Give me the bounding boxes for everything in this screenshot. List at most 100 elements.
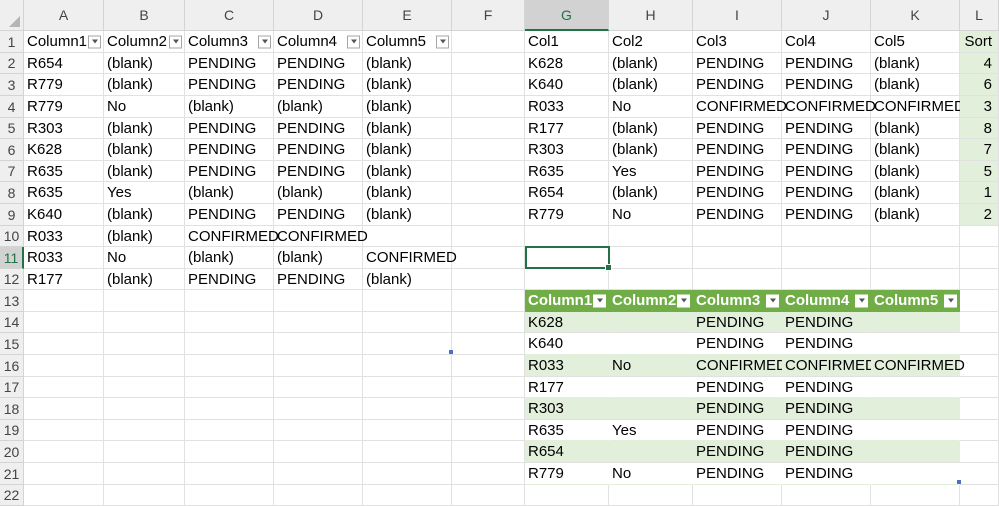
- table3-cell[interactable]: PENDING: [693, 441, 782, 463]
- grid-cell[interactable]: [104, 420, 185, 441]
- chevron-down-icon[interactable]: [944, 294, 957, 307]
- row-header-2[interactable]: 2: [0, 53, 24, 74]
- sort-cell[interactable]: 2: [960, 204, 999, 226]
- grid-cell[interactable]: [452, 441, 525, 463]
- table2-cell[interactable]: R654: [525, 182, 609, 204]
- table1-cell[interactable]: PENDING: [274, 139, 363, 161]
- grid-cell[interactable]: [452, 377, 525, 398]
- table3-cell[interactable]: No: [609, 463, 693, 485]
- table1-cell[interactable]: Yes: [104, 182, 185, 204]
- grid-cell[interactable]: [960, 398, 999, 420]
- table1-cell[interactable]: CONFIRMED: [274, 226, 368, 247]
- table1-cell[interactable]: (blank): [104, 139, 185, 161]
- table2-cell[interactable]: R635: [525, 161, 609, 182]
- grid-cell[interactable]: [104, 355, 185, 377]
- table3-cell[interactable]: PENDING: [782, 377, 871, 398]
- grid-cell[interactable]: [185, 333, 274, 355]
- grid-cell[interactable]: [452, 204, 525, 226]
- grid-cell[interactable]: [363, 463, 452, 485]
- table1-cell[interactable]: PENDING: [185, 139, 274, 161]
- table3-cell[interactable]: PENDING: [782, 312, 871, 333]
- table3-cell[interactable]: PENDING: [693, 312, 782, 333]
- table3-header-cell[interactable]: Column5: [871, 290, 960, 312]
- table3-cell[interactable]: [871, 420, 960, 441]
- grid-cell[interactable]: [24, 420, 104, 441]
- table2-cell[interactable]: PENDING: [782, 161, 871, 182]
- grid-cell[interactable]: [871, 269, 960, 290]
- row-header-7[interactable]: 7: [0, 161, 24, 182]
- grid-cell[interactable]: [609, 269, 693, 290]
- grid-cell[interactable]: [782, 226, 871, 247]
- grid-cell[interactable]: [452, 485, 525, 506]
- grid-cell[interactable]: [363, 355, 452, 377]
- grid-cell[interactable]: [185, 485, 274, 506]
- table1-cell[interactable]: PENDING: [185, 74, 274, 96]
- grid-cell[interactable]: [871, 226, 960, 247]
- table1-cell[interactable]: (blank): [363, 139, 452, 161]
- table2-cell[interactable]: (blank): [871, 118, 960, 139]
- row-header-13[interactable]: 13: [0, 290, 24, 312]
- table3-cell[interactable]: R303: [525, 398, 609, 420]
- grid-cell[interactable]: [274, 463, 363, 485]
- grid-cell[interactable]: [452, 53, 525, 74]
- active-cell-selection[interactable]: [525, 246, 612, 271]
- grid-cell[interactable]: [363, 377, 452, 398]
- grid-cell[interactable]: [452, 420, 525, 441]
- table1-cell[interactable]: (blank): [363, 74, 452, 96]
- table3-cell[interactable]: R654: [525, 441, 609, 463]
- table3-header-cell[interactable]: Column2: [609, 290, 693, 312]
- table1-cell[interactable]: (blank): [104, 269, 185, 290]
- grid-cell[interactable]: [24, 290, 104, 312]
- table1-cell[interactable]: (blank): [104, 226, 185, 247]
- grid-cell[interactable]: [274, 290, 363, 312]
- grid-cell[interactable]: [363, 290, 452, 312]
- table1-cell[interactable]: [363, 226, 452, 247]
- table1-cell[interactable]: R303: [24, 118, 104, 139]
- column-header-j[interactable]: J: [782, 0, 871, 31]
- row-header-17[interactable]: 17: [0, 377, 24, 398]
- table1-cell[interactable]: (blank): [185, 247, 274, 269]
- grid-cell[interactable]: [960, 312, 999, 333]
- table1-cell[interactable]: PENDING: [274, 204, 363, 226]
- grid-cell[interactable]: [782, 247, 871, 269]
- table2-cell[interactable]: CONFIRMED: [871, 96, 965, 118]
- grid-cell[interactable]: [782, 269, 871, 290]
- table1-cell[interactable]: R635: [24, 182, 104, 204]
- table1-cell[interactable]: (blank): [104, 74, 185, 96]
- table2-cell[interactable]: (blank): [609, 139, 693, 161]
- table2-cell[interactable]: (blank): [609, 182, 693, 204]
- grid-cell[interactable]: [452, 269, 525, 290]
- table2-cell[interactable]: PENDING: [693, 118, 782, 139]
- table3-cell[interactable]: CONFIRMED: [782, 355, 876, 377]
- chevron-down-icon[interactable]: [677, 294, 690, 307]
- grid-cell[interactable]: [274, 485, 363, 506]
- chevron-down-icon[interactable]: [169, 35, 182, 48]
- table3-cell[interactable]: R779: [525, 463, 609, 485]
- grid-cell[interactable]: [452, 182, 525, 204]
- table2-cell[interactable]: PENDING: [693, 139, 782, 161]
- table1-cell[interactable]: (blank): [363, 96, 452, 118]
- table1-cell[interactable]: PENDING: [274, 118, 363, 139]
- table1-cell[interactable]: PENDING: [185, 53, 274, 74]
- table3-cell[interactable]: PENDING: [693, 463, 782, 485]
- grid-cell[interactable]: [960, 485, 999, 506]
- table3-header-cell[interactable]: Column4: [782, 290, 871, 312]
- table2-cell[interactable]: PENDING: [693, 182, 782, 204]
- column-header-c[interactable]: C: [185, 0, 274, 31]
- grid-cell[interactable]: [24, 398, 104, 420]
- table1-cell[interactable]: No: [104, 247, 185, 269]
- grid-cell[interactable]: [363, 398, 452, 420]
- table1-header-cell[interactable]: Column1: [24, 31, 104, 53]
- table2-cell[interactable]: PENDING: [782, 74, 871, 96]
- table2-cell[interactable]: (blank): [609, 118, 693, 139]
- grid-cell[interactable]: [274, 377, 363, 398]
- sort-cell[interactable]: 4: [960, 53, 999, 74]
- grid-cell[interactable]: [185, 312, 274, 333]
- table1-cell[interactable]: R779: [24, 96, 104, 118]
- grid-cell[interactable]: [24, 312, 104, 333]
- grid-cell[interactable]: [24, 441, 104, 463]
- table1-cell[interactable]: (blank): [363, 269, 452, 290]
- row-header-16[interactable]: 16: [0, 355, 24, 377]
- table2-header-cell[interactable]: Sort: [960, 31, 999, 53]
- table1-cell[interactable]: (blank): [363, 182, 452, 204]
